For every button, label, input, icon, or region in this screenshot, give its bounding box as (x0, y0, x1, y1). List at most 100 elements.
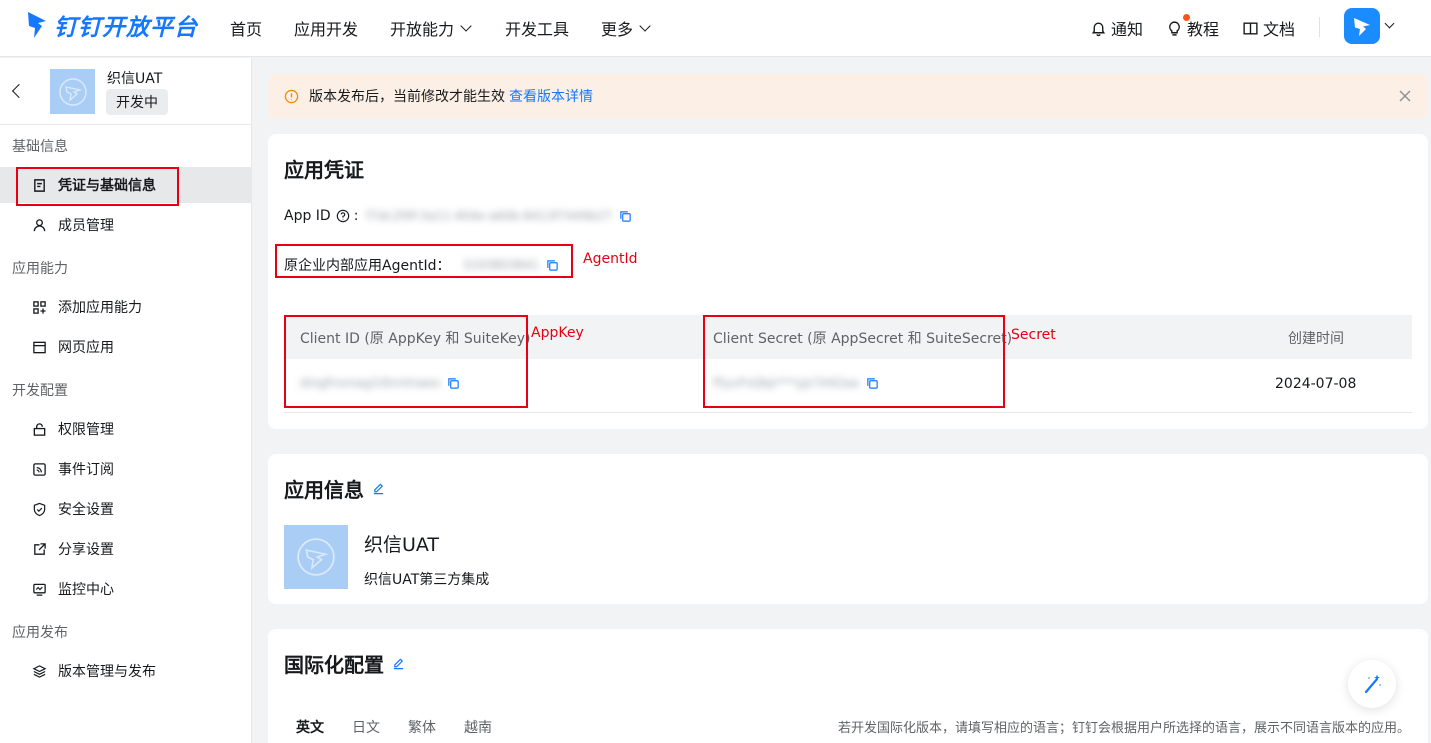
sidebar-item-label: 网页应用 (58, 340, 114, 356)
dingtalk-avatar-icon (1354, 18, 1370, 36)
annotation-appkey: AppKey (531, 325, 584, 341)
nav-home[interactable]: 首页 (230, 16, 262, 40)
chevron-down-icon (460, 19, 472, 32)
lock-icon (33, 422, 46, 436)
share-icon (34, 542, 46, 555)
app-icon (50, 69, 95, 114)
dingtalk-logo[interactable]: 钉钉开放平台 (26, 8, 198, 42)
highlight-box (703, 315, 1005, 408)
grid-plus-icon (33, 300, 46, 314)
app-info-name: 织信UAT (364, 534, 440, 556)
sidebar-item-label: 事件订阅 (58, 462, 114, 478)
nav-dev-tools[interactable]: 开发工具 (505, 16, 569, 40)
app-info-desc: 织信UAT第三方集成 (364, 572, 490, 588)
sidebar-item-share[interactable]: 分享设置 (17, 531, 251, 567)
top-navigation-bar: 钉钉开放平台 首页 应用开发 开放能力 开发工具 更多 通知 教程 文档 (0, 0, 1431, 57)
app-info-title: 应用信息 (284, 478, 364, 502)
dingtalk-logo-icon (28, 12, 46, 38)
app-id-field: App ID : f7dc2f0f-3a11-404e-a60b-8413f74… (284, 208, 632, 224)
highlight-box (284, 315, 528, 408)
nav-open-ability[interactable]: 开放能力 (390, 16, 472, 40)
app-info-card: 应用信息 织信UAT 织信UAT第三方集成 (268, 454, 1428, 604)
edit-icon[interactable] (372, 482, 385, 495)
app-id-value: f7dc2f0f-3a11-404e-a60b-8413f7449b27 (366, 209, 612, 223)
sidebar-item-web-app[interactable]: 网页应用 (17, 329, 251, 365)
back-arrow-icon[interactable] (11, 83, 27, 99)
sidebar-item-add-ability[interactable]: 添加应用能力 (17, 289, 251, 325)
sidebar-item-monitor[interactable]: 监控中心 (17, 571, 251, 607)
chevron-down-icon[interactable] (1384, 18, 1395, 29)
column-created-time: 创建时间 (1288, 331, 1344, 347)
info-icon (284, 89, 299, 103)
sidebar-item-label: 监控中心 (58, 582, 114, 598)
close-icon[interactable] (1398, 89, 1412, 103)
group-title-ability: 应用能力 (12, 261, 68, 277)
layers-icon (32, 664, 47, 678)
sidebar-item-label: 安全设置 (58, 502, 114, 518)
annotation-agentid: AgentId (583, 251, 638, 267)
docs-label: 文档 (1263, 20, 1296, 39)
lightbulb-icon (1169, 20, 1180, 36)
sidebar-item-label: 权限管理 (58, 422, 114, 438)
monitor-icon (33, 583, 46, 596)
sidebar-item-security[interactable]: 安全设置 (17, 491, 251, 527)
help-icon[interactable] (336, 209, 350, 223)
docs-button[interactable]: 文档 (1242, 16, 1295, 40)
magic-wand-icon (1364, 674, 1381, 694)
nav-home-label: 首页 (230, 20, 263, 39)
chevron-down-icon (639, 19, 651, 32)
sidebar: 织信UAT 开发中 基础信息 凭证与基础信息 成员管理 应用能力 添加应用能力 … (0, 58, 252, 743)
app-id-label: App ID (284, 208, 331, 224)
i18n-header: 国际化配置 (284, 649, 405, 678)
notify-label: 通知 (1111, 20, 1144, 39)
version-alert: 版本发布后，当前修改才能生效 查看版本详情 (268, 74, 1428, 118)
ai-assistant-button[interactable] (1348, 660, 1396, 708)
nav-app-dev[interactable]: 应用开发 (294, 16, 358, 40)
group-title-dev: 开发配置 (12, 383, 68, 399)
shield-icon (33, 502, 46, 516)
app-info-header: 应用信息 (284, 474, 385, 503)
language-tabs: 英文 日文 繁体 越南 (296, 717, 520, 737)
sidebar-item-label: 添加应用能力 (58, 300, 142, 316)
sidebar-item-versions[interactable]: 版本管理与发布 (17, 653, 251, 689)
app-info-icon (284, 525, 348, 589)
divider (0, 124, 252, 125)
tutorial-label: 教程 (1187, 20, 1220, 39)
highlight-box (16, 167, 179, 206)
browser-icon (33, 341, 46, 353)
bell-icon (1091, 22, 1106, 36)
app-logo-icon (297, 538, 335, 576)
rss-icon (33, 462, 46, 476)
tutorial-button[interactable]: 教程 (1166, 16, 1219, 40)
notify-button[interactable]: 通知 (1090, 16, 1143, 40)
user-avatar[interactable] (1344, 8, 1380, 44)
i18n-title: 国际化配置 (284, 653, 384, 677)
highlight-box (275, 244, 573, 278)
app-name: 织信UAT (107, 71, 163, 87)
tab-vietnamese[interactable]: 越南 (464, 717, 492, 737)
version-details-link[interactable]: 查看版本详情 (509, 86, 593, 106)
sidebar-item-permissions[interactable]: 权限管理 (17, 411, 251, 447)
annotation-secret: Secret (1011, 327, 1056, 343)
brand-name: 钉钉开放平台 (54, 15, 198, 41)
tab-japanese[interactable]: 日文 (352, 717, 380, 737)
i18n-card: 国际化配置 英文 日文 繁体 越南 若开发国际化版本，请填写相应的语言；钉钉会根… (268, 629, 1428, 743)
tab-traditional[interactable]: 繁体 (408, 717, 436, 737)
divider (1319, 17, 1320, 37)
edit-icon[interactable] (392, 657, 405, 670)
sidebar-item-events[interactable]: 事件订阅 (17, 451, 251, 487)
created-time-cell: 2024-07-08 (1275, 376, 1357, 392)
nav-more[interactable]: 更多 (601, 16, 651, 40)
nav-open-ability-label: 开放能力 (390, 20, 455, 39)
alert-text: 版本发布后，当前修改才能生效 (309, 89, 505, 105)
copy-icon[interactable] (619, 210, 632, 223)
book-icon (1243, 21, 1258, 35)
i18n-hint: 若开发国际化版本，请填写相应的语言；钉钉会根据用户所选择的语言，展示不同语言版本… (837, 721, 1410, 736)
tab-english[interactable]: 英文 (296, 717, 324, 737)
credentials-title: 应用凭证 (284, 158, 364, 182)
nav-app-dev-label: 应用开发 (294, 20, 359, 39)
status-badge: 开发中 (106, 89, 168, 115)
group-title-publish: 应用发布 (12, 625, 68, 641)
sidebar-item-members[interactable]: 成员管理 (17, 207, 251, 243)
user-icon (33, 218, 46, 231)
